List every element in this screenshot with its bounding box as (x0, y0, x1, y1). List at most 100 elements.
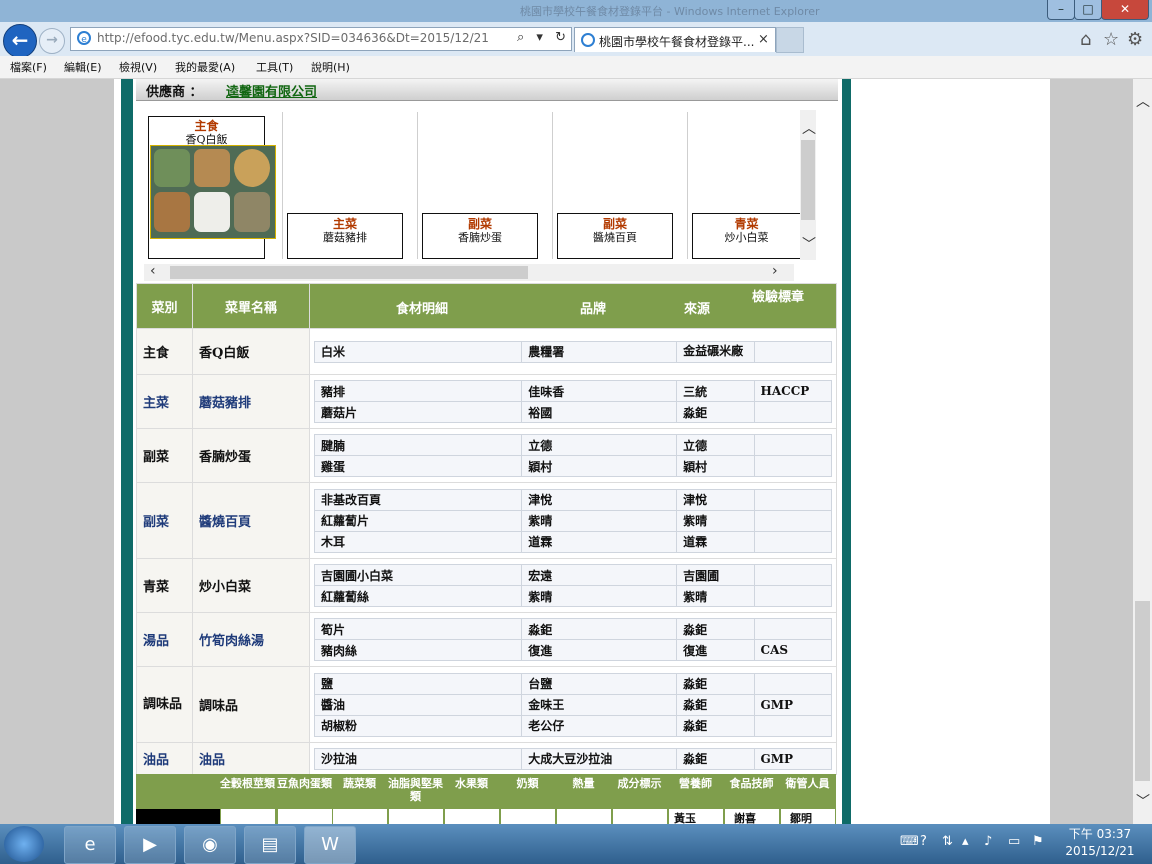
scroll-thumb[interactable] (1135, 601, 1150, 781)
ingredient-cert: GMP (753, 693, 833, 716)
row-category: 青菜 (136, 558, 193, 613)
row-dish-name: 香Q白飯 (192, 328, 310, 375)
url-text[interactable]: http://efood.tyc.edu.tw/Menu.aspx?SID=03… (97, 31, 489, 45)
close-window-button[interactable]: ✕ (1101, 0, 1149, 20)
ingredient-source: 三統 (676, 380, 755, 402)
browser-tab[interactable]: 桃園市學校午餐食材登錄平... × (574, 27, 776, 52)
ingredient-source: 復進 (676, 639, 755, 661)
show-hidden-icon[interactable]: ▴ (962, 834, 969, 849)
scroll-down-icon[interactable]: ﹀ (1136, 791, 1150, 811)
row-ingredients: 鹽台鹽 淼鉅 醬油 金味王 淼鉅 GMP 胡椒粉 老公仔 淼鉅 (309, 666, 837, 743)
gear-icon[interactable]: ⚙ (1127, 29, 1143, 50)
forward-button[interactable]: → (39, 28, 65, 54)
ingredient-cert (753, 585, 833, 607)
egg-bowl (154, 192, 190, 232)
scroll-up-icon[interactable]: ︿ (802, 118, 816, 138)
nutrition-cell (333, 809, 387, 824)
header-source: 來源 (684, 302, 711, 317)
scroll-down-icon[interactable]: ﹀ (802, 234, 816, 254)
media-player-icon[interactable]: ▶ (124, 826, 176, 864)
menu-tools[interactable]: 工具(T) (256, 59, 293, 75)
new-tab-button[interactable] (776, 27, 804, 53)
scroll-thumb[interactable] (170, 266, 528, 279)
dish-category: 主菜 (332, 217, 357, 231)
supplier-link[interactable]: 逵馨園有限公司 (226, 81, 317, 100)
dish-card-vegetable[interactable]: 青菜 炒小白菜 (692, 213, 801, 259)
row-ingredients: 腱腩 立德 立德 雞蛋 穎村 穎村 (309, 428, 837, 483)
row-ingredients: 沙拉油 大成大豆沙拉油 淼鉅 GMP (309, 742, 837, 775)
start-button[interactable] (4, 826, 44, 862)
maximize-button[interactable]: □ (1074, 0, 1102, 20)
minimize-button[interactable]: – (1047, 0, 1075, 20)
nutrition-header: 奶類 (516, 777, 539, 790)
gallery-vertical-scrollbar[interactable]: ︿ ﹀ (800, 110, 816, 260)
network-icon[interactable]: ⇅ (942, 834, 953, 849)
back-button[interactable]: ← (3, 24, 37, 58)
ingredient-brand: 宏遠 (521, 564, 678, 586)
chrome-icon[interactable]: ◉ (184, 826, 236, 864)
ingredient-subtable: 白米 農糧署 金益碾米廠 (313, 340, 833, 363)
menu-edit[interactable]: 編輯(E) (64, 59, 102, 75)
dish-card-entree[interactable]: 主菜 蘑菇豬排 (287, 213, 403, 259)
menu-row: 調味品 調味品鹽台鹽 淼鉅 醬油 金味王 淼鉅 GMP 胡椒粉 老公仔 淼鉅 (136, 666, 837, 743)
ingredient-brand: 復進 (521, 639, 678, 661)
scroll-thumb[interactable] (801, 140, 815, 220)
help-icon[interactable]: ? (920, 834, 927, 849)
dish-category: 副菜 (602, 217, 627, 231)
nutrition-header: 食品技師 (729, 777, 774, 790)
menu-row: 副菜 香腩炒蛋 腱腩 立德 立德 雞蛋 穎村 穎村 (136, 428, 837, 483)
menu-row: 湯品 竹筍肉絲湯 筍片 淼鉅 淼鉅 豬肉絲 復進 復進 CAS (136, 612, 837, 667)
dish-category: 主食 (194, 119, 219, 133)
dish-category: 副菜 (467, 217, 492, 231)
header-cert: 檢驗標章 (751, 290, 804, 305)
ingredient-brand: 淼鉅 (521, 618, 678, 640)
keyboard-icon[interactable]: ⌨ (900, 834, 919, 849)
nutrition-cell (613, 809, 667, 824)
ie-icon[interactable]: e (64, 826, 116, 864)
dish-name: 香腩炒蛋 (458, 231, 502, 244)
row-dish-name: 醬燒百頁 (192, 482, 310, 559)
rice-bowl (194, 192, 230, 232)
menu-help[interactable]: 說明(H) (311, 59, 350, 75)
ingredient-subtable: 沙拉油 大成大豆沙拉油 淼鉅 GMP (313, 747, 833, 770)
ingredient-brand: 裕國 (521, 401, 678, 423)
volume-icon[interactable]: ♪ (984, 834, 992, 849)
display-icon[interactable]: ▭ (1008, 834, 1020, 849)
tab-close-button[interactable]: × (758, 32, 769, 47)
menu-view[interactable]: 檢視(V) (119, 59, 157, 75)
home-icon[interactable]: ⌂ (1080, 29, 1091, 50)
tab-title[interactable]: 桃園市學校午餐食材登錄平... (599, 33, 755, 50)
ingredient-source: 淼鉅 (676, 672, 755, 695)
ingredient-cert: GMP (753, 747, 833, 770)
page-vertical-scrollbar[interactable]: ︿ ﹀ (1133, 79, 1152, 824)
flag-icon[interactable]: ⚑ (1032, 834, 1044, 849)
ingredient-brand: 紫晴 (521, 509, 678, 532)
explorer-icon[interactable]: ▤ (244, 826, 296, 864)
word-icon[interactable]: W (304, 826, 356, 864)
ingredient-ingredient: 沙拉油 (313, 747, 523, 770)
ingredient-row: 醬油 金味王 淼鉅 GMP (313, 693, 833, 716)
ingredient-ingredient: 豬排 (313, 380, 523, 402)
star-icon[interactable]: ☆ (1103, 29, 1119, 50)
scroll-up-icon[interactable]: ︿ (1136, 91, 1150, 111)
gallery-horizontal-scrollbar[interactable]: ‹ › (144, 263, 794, 281)
row-category: 副菜 (136, 428, 193, 483)
dish-category: 青菜 (734, 217, 759, 231)
tofu-bowl (234, 192, 270, 232)
menu-file[interactable]: 檔案(F) (10, 59, 47, 75)
menu-favorites[interactable]: 我的最愛(A) (175, 59, 235, 75)
ingredient-cert (753, 401, 833, 423)
ingredient-cert (753, 455, 833, 477)
dish-card-side2[interactable]: 副菜 醬燒百頁 (557, 213, 673, 259)
address-bar[interactable]: e http://efood.tyc.edu.tw/Menu.aspx?SID=… (70, 27, 572, 51)
address-controls[interactable]: ⌕ ▾ ↻ (517, 30, 570, 45)
ingredient-ingredient: 醬油 (313, 693, 523, 716)
clock-date: 2015/12/21 (1065, 844, 1135, 858)
taskbar-clock[interactable]: 下午 03:37 2015/12/21 (1060, 826, 1140, 860)
ingredient-source: 淼鉅 (676, 693, 755, 716)
dish-name: 炒小白菜 (724, 231, 769, 244)
scroll-left-icon[interactable]: ‹ (150, 263, 156, 279)
ingredient-source: 吉園圃 (676, 564, 755, 586)
scroll-right-icon[interactable]: › (772, 263, 778, 279)
dish-card-side1[interactable]: 副菜 香腩炒蛋 (422, 213, 538, 259)
